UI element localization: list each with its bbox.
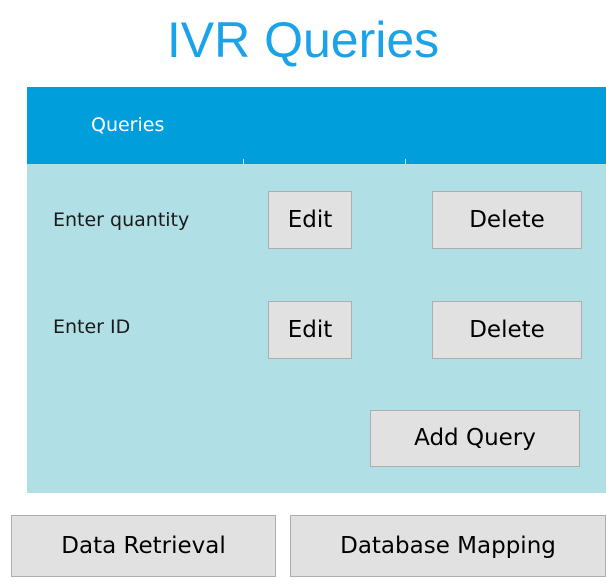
edit-query-button[interactable]: Edit (268, 301, 352, 359)
delete-query-button[interactable]: Delete (432, 301, 582, 359)
queries-column-header: Queries (91, 114, 165, 136)
edit-query-button[interactable]: Edit (268, 191, 352, 249)
column-divider (243, 159, 244, 164)
column-divider (405, 159, 406, 164)
query-label: Enter quantity (53, 209, 190, 231)
data-retrieval-button[interactable]: Data Retrieval (11, 515, 276, 577)
query-label: Enter ID (53, 316, 131, 338)
delete-query-button[interactable]: Delete (432, 191, 582, 249)
database-mapping-button[interactable]: Database Mapping (290, 515, 606, 577)
add-query-button[interactable]: Add Query (370, 410, 580, 467)
queries-table-header: Queries (27, 87, 606, 164)
queries-panel: Queries Enter quantity Edit Delete Enter… (27, 87, 606, 493)
page-title: IVR Queries (166, 12, 440, 68)
